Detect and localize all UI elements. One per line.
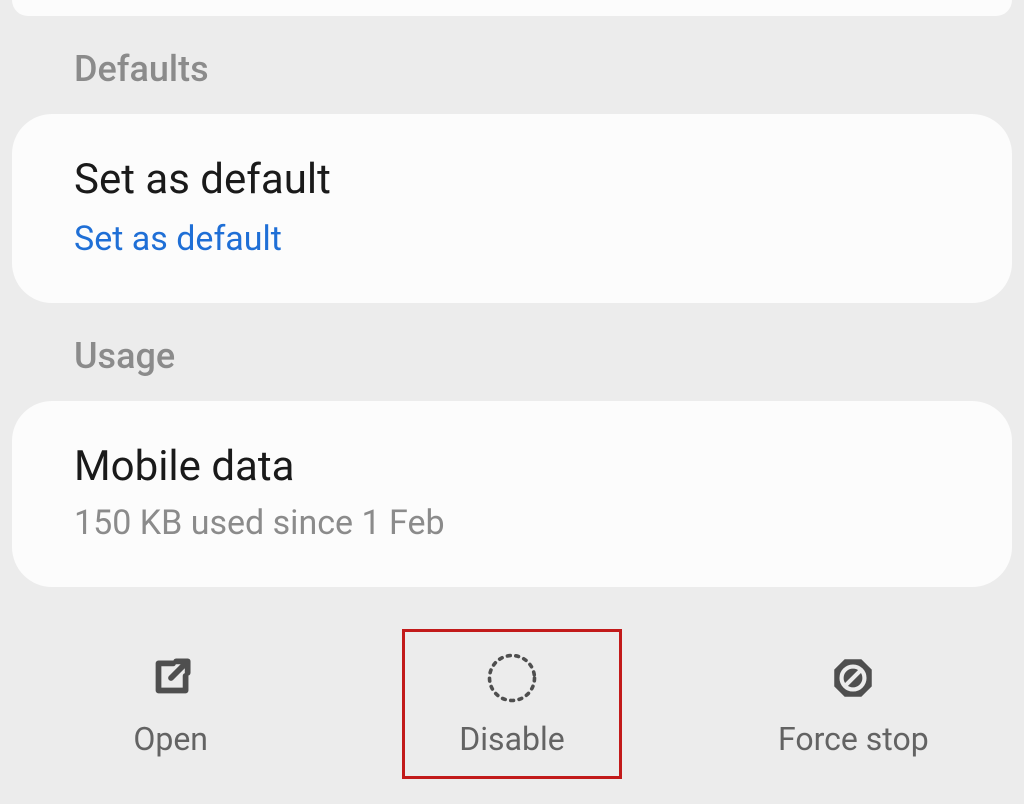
set-as-default-title: Set as default <box>74 154 950 207</box>
bottom-action-bar: Open Disable Force stop <box>0 604 1024 804</box>
force-stop-label: Force stop <box>778 720 929 758</box>
section-header-defaults: Defaults <box>74 48 1024 90</box>
app-info-screen: Defaults Set as default Set as default U… <box>0 0 1024 804</box>
force-stop-button[interactable]: Force stop <box>743 629 963 779</box>
card-set-as-default[interactable]: Set as default Set as default <box>12 114 1012 303</box>
open-button[interactable]: Open <box>61 629 281 779</box>
previous-card-stub <box>12 0 1012 16</box>
section-header-usage: Usage <box>74 335 1024 377</box>
set-as-default-link[interactable]: Set as default <box>74 219 950 259</box>
disable-label: Disable <box>459 720 564 758</box>
disable-button[interactable]: Disable <box>402 629 622 779</box>
mobile-data-title: Mobile data <box>74 441 950 494</box>
open-label: Open <box>133 720 208 758</box>
mobile-data-subtitle: 150 KB used since 1 Feb <box>74 503 950 543</box>
disable-icon <box>485 650 539 706</box>
card-mobile-data[interactable]: Mobile data 150 KB used since 1 Feb <box>12 401 1012 588</box>
force-stop-icon <box>828 650 878 706</box>
open-icon <box>146 650 196 706</box>
